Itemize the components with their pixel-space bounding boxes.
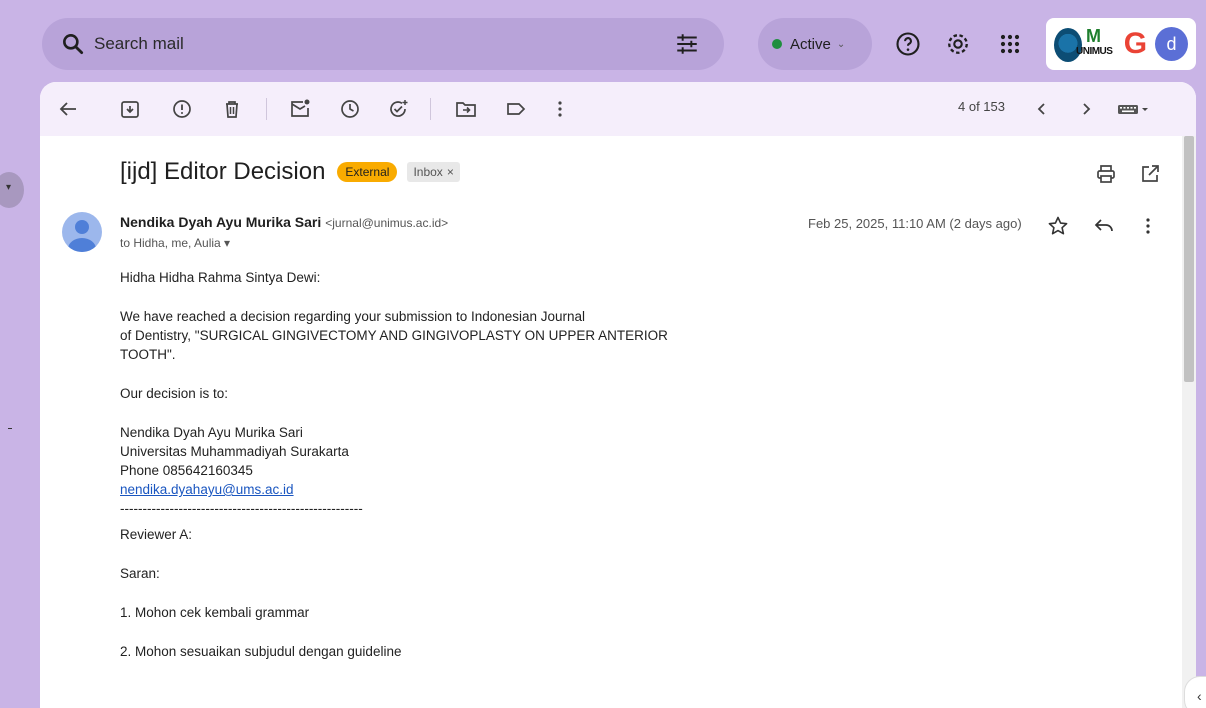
- archive-icon[interactable]: [118, 97, 142, 121]
- move-to-folder-icon[interactable]: [454, 97, 478, 121]
- help-icon[interactable]: [894, 30, 922, 58]
- divider-line: ----------------------------------------…: [120, 501, 363, 516]
- search-input[interactable]: [94, 34, 674, 54]
- inbox-label-text: Inbox: [413, 165, 443, 179]
- list-item: 1. Mohon cek kembali grammar: [120, 605, 310, 620]
- account-area[interactable]: M UNIMUS G d: [1046, 18, 1196, 70]
- toolbar-divider: [266, 98, 267, 120]
- account-avatar[interactable]: d: [1155, 27, 1188, 61]
- reply-arrow-icon[interactable]: [1092, 214, 1116, 238]
- print-icon[interactable]: [1094, 162, 1118, 186]
- recipients-details[interactable]: to Hidha, me, Aulia ▾: [120, 236, 230, 250]
- search-icon[interactable]: [60, 31, 86, 57]
- more-options-icon[interactable]: [548, 97, 572, 121]
- search-options-icon[interactable]: [674, 31, 700, 57]
- message-date: Feb 25, 2025, 11:10 AM (2 days ago): [808, 216, 1022, 231]
- apps-grid-icon[interactable]: [996, 30, 1024, 58]
- add-to-tasks-icon[interactable]: [386, 97, 410, 121]
- signature: Nendika Dyah Ayu Murika Sari Universitas…: [120, 425, 363, 516]
- remove-label-icon[interactable]: ×: [447, 165, 454, 179]
- body-paragraph: We have reached a decision regarding you…: [120, 309, 668, 362]
- back-arrow-icon[interactable]: [56, 97, 80, 121]
- sender-name[interactable]: Nendika Dyah Ayu Murika Sari: [120, 214, 321, 230]
- sender-line: Nendika Dyah Ayu Murika Sari <jurnal@unim…: [120, 214, 448, 230]
- delete-trash-icon[interactable]: [220, 97, 244, 121]
- pagination-count: 4 of 153: [958, 99, 1005, 114]
- status-dot-icon: [772, 39, 782, 49]
- body-greeting: Hidha Hidha Rahma Sintya Dewi:: [120, 270, 321, 285]
- scrollbar-thumb[interactable]: [1184, 136, 1194, 382]
- status-label: Active: [790, 35, 831, 53]
- scrollbar[interactable]: [1182, 136, 1196, 708]
- settings-gear-icon[interactable]: [944, 30, 972, 58]
- message-more-options-icon[interactable]: [1136, 214, 1160, 238]
- status-selector[interactable]: Active ⌄: [758, 18, 872, 70]
- keyboard-icon[interactable]: [1116, 97, 1152, 121]
- body-decision: Our decision is to:: [120, 386, 229, 401]
- message-body: Hidha Hidha Rahma Sintya Dewi: We have r…: [120, 268, 820, 681]
- label-icon[interactable]: [504, 97, 528, 121]
- saran-heading: Saran:: [120, 566, 160, 581]
- side-panel-toggle[interactable]: ‹: [1184, 676, 1206, 708]
- chevron-left-icon[interactable]: [1030, 97, 1054, 121]
- sender-email: <jurnal@unimus.ac.id>: [325, 216, 449, 230]
- report-spam-icon[interactable]: [170, 97, 194, 121]
- external-label-badge: External: [337, 162, 398, 182]
- message-view: 4 of 153 [ijd] Editor Decision External …: [40, 82, 1196, 708]
- google-logo: G: [1123, 27, 1148, 60]
- list-item: 2. Mohon sesuaikan subjudul dengan guide…: [120, 644, 402, 659]
- open-in-new-window-icon[interactable]: [1138, 162, 1162, 186]
- toolbar-divider: [430, 98, 431, 120]
- search-bar[interactable]: [42, 18, 724, 70]
- message-toolbar: 4 of 153: [40, 82, 1196, 136]
- chevron-left-icon: ‹: [1197, 688, 1202, 704]
- snooze-clock-icon[interactable]: [338, 97, 362, 121]
- reviewer-heading: Reviewer A:: [120, 527, 193, 542]
- unimus-logo: M UNIMUS: [1054, 24, 1122, 64]
- star-icon[interactable]: [1046, 214, 1070, 238]
- chevron-down-icon: ⌄: [836, 38, 846, 50]
- edge-marker: [8, 428, 12, 429]
- sender-avatar: [62, 212, 102, 252]
- signature-email-link[interactable]: nendika.dyahayu@ums.ac.id: [120, 482, 294, 497]
- inbox-label-badge: Inbox ×: [407, 162, 460, 182]
- left-panel-toggle[interactable]: ▾: [0, 172, 24, 208]
- mark-unread-icon[interactable]: [288, 97, 312, 121]
- message-subject: [ijd] Editor Decision: [120, 158, 326, 185]
- chevron-right-icon[interactable]: [1074, 97, 1098, 121]
- subject-line: [ijd] Editor Decision External Inbox ×: [120, 158, 460, 186]
